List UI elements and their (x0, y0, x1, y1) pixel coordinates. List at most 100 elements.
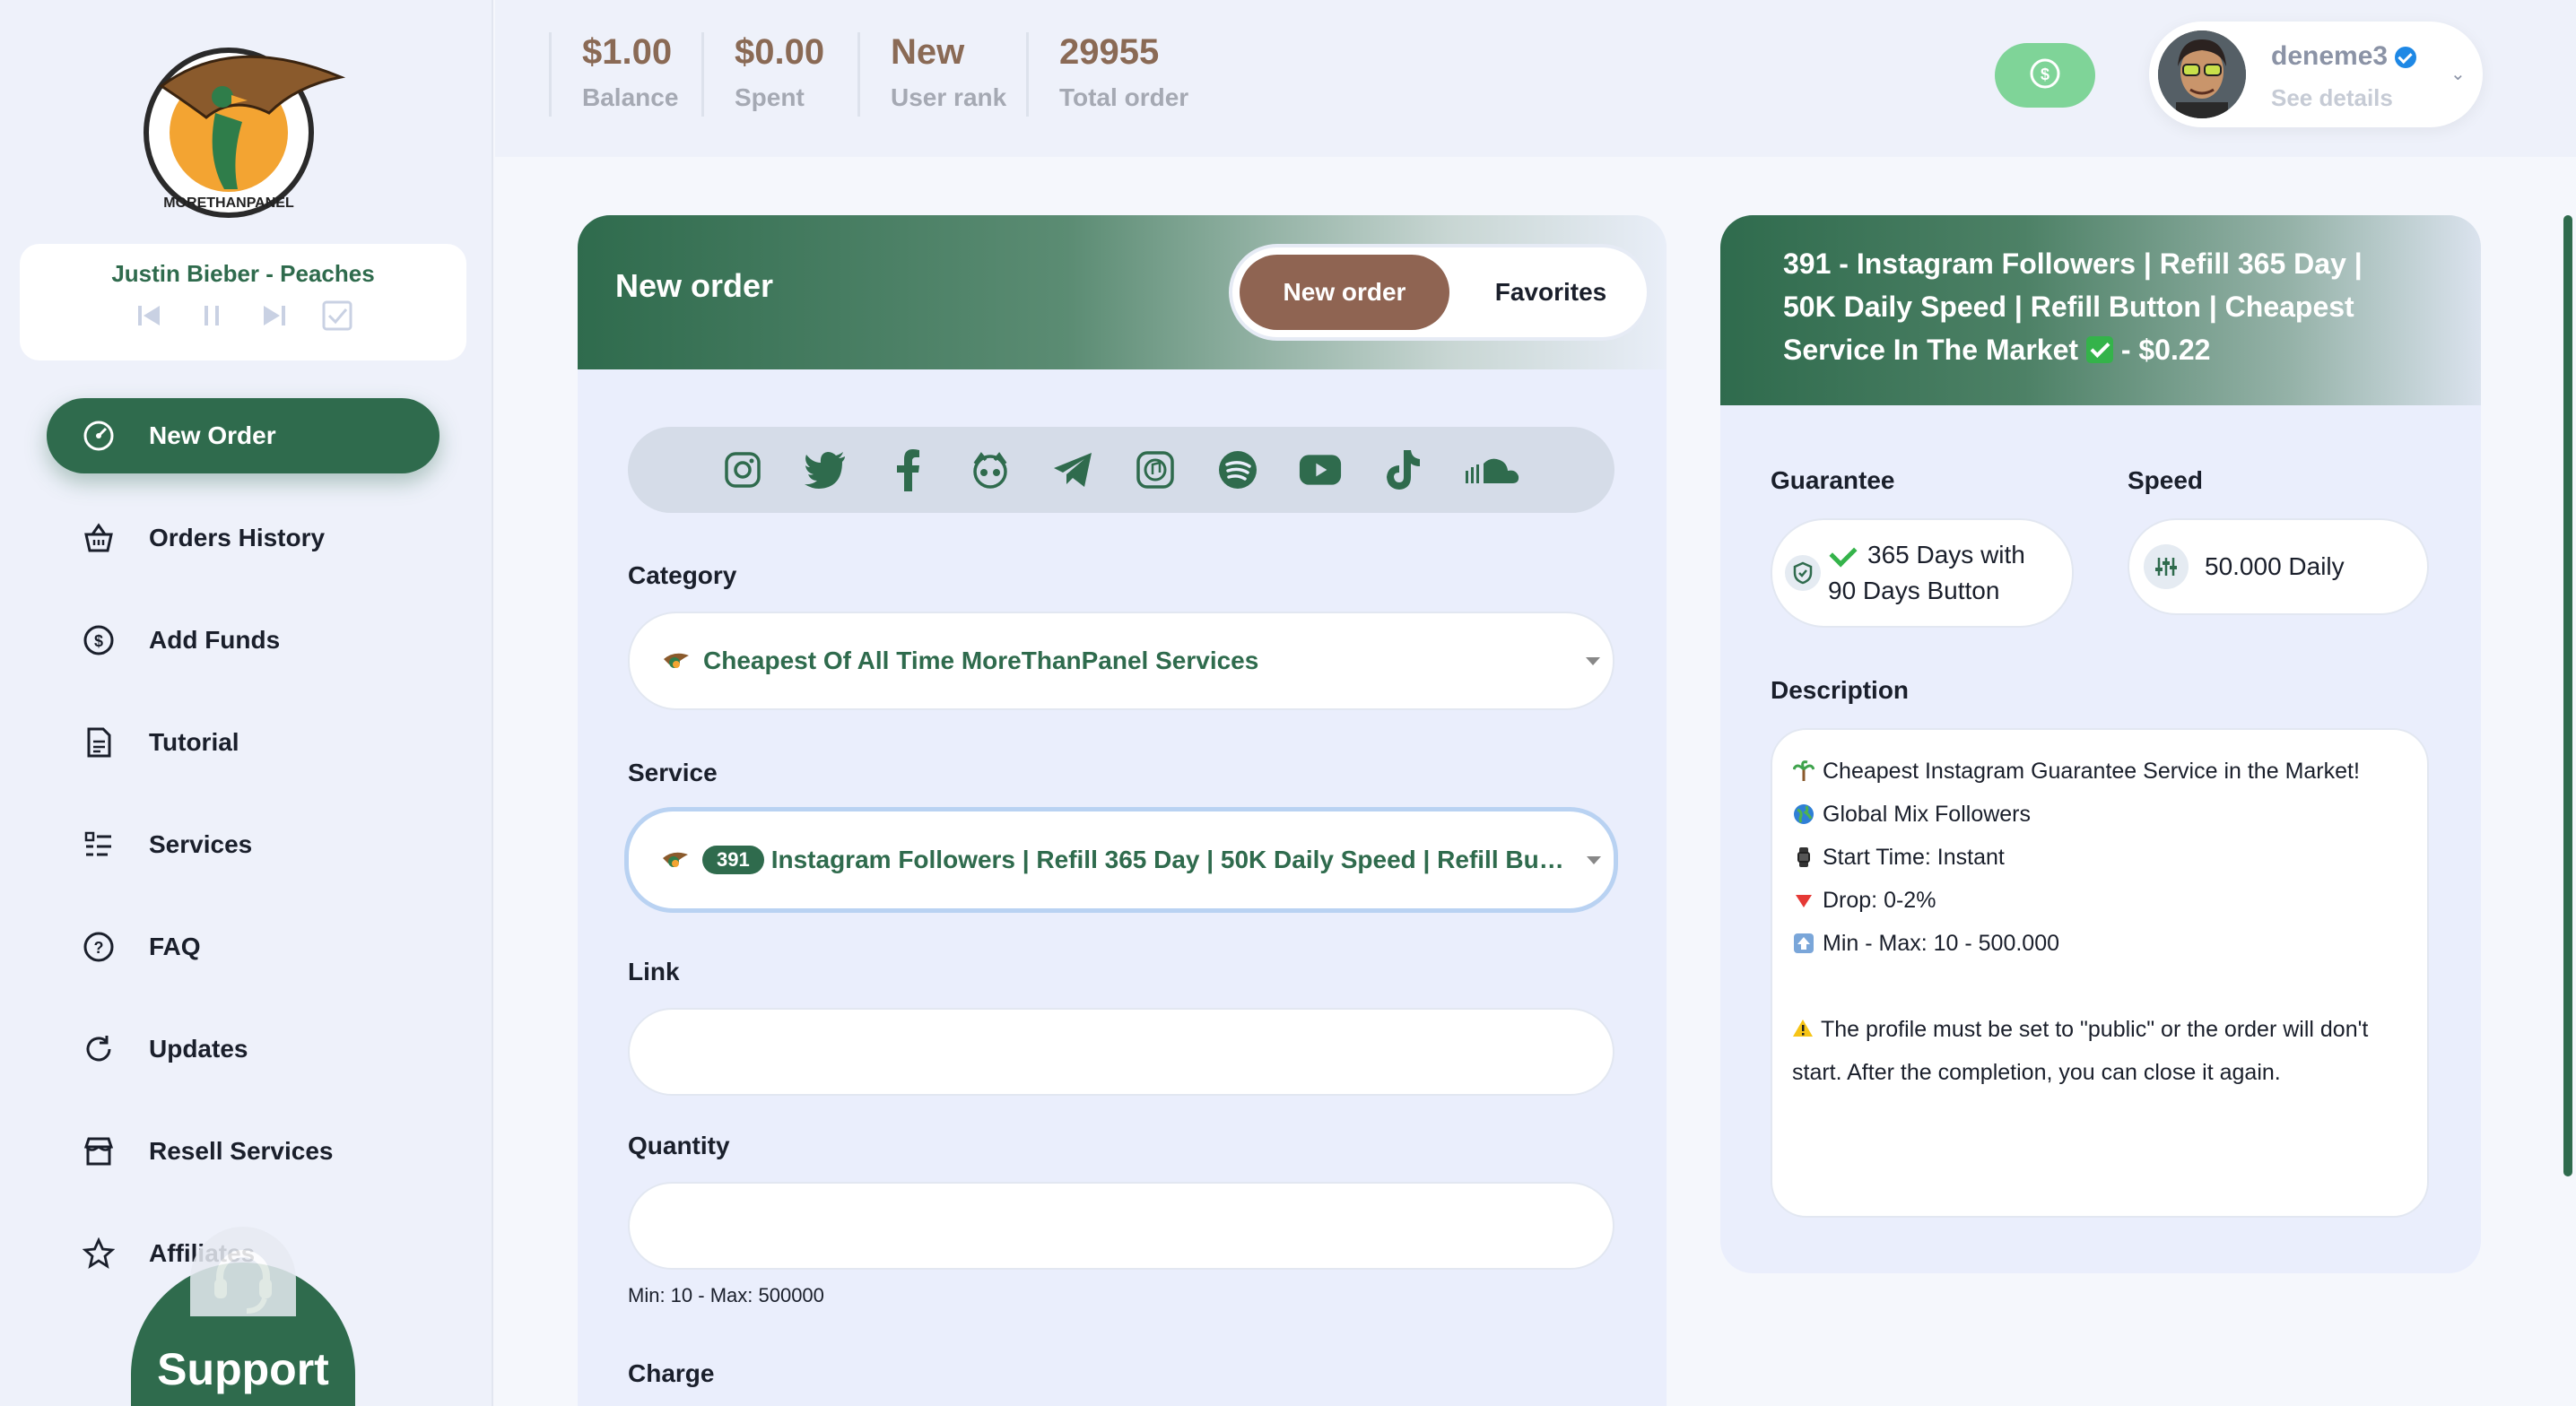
category-value: Cheapest Of All Time MoreThanPanel Servi… (703, 647, 1259, 674)
sidebar-item-updates[interactable]: Updates (47, 1011, 439, 1087)
question-icon: ? (81, 929, 117, 965)
description-warning: The profile must be set to "public" or t… (1792, 1017, 2369, 1085)
funds-icon: $ (81, 622, 117, 658)
speed-value: 50.000 Daily (2205, 552, 2345, 580)
quantity-label: Quantity (628, 1132, 730, 1159)
check-icon (1829, 539, 1858, 568)
sidebar: MORETHANPANEL Justin Bieber - Peaches Ne… (0, 0, 493, 1406)
service-price: - $0.22 (2112, 334, 2211, 366)
spotify-icon[interactable] (1216, 448, 1259, 491)
youtube-icon[interactable] (1299, 448, 1342, 491)
twitter-icon[interactable] (804, 448, 847, 491)
service-value: Instagram Followers | Refill 365 Day | 5… (770, 846, 1569, 873)
stat-value: $0.00 (735, 32, 825, 72)
checkbox-icon[interactable] (319, 298, 355, 334)
guarantee-label: Guarantee (1771, 466, 1895, 494)
link-input-wrapper (628, 1008, 1614, 1096)
platform-filter-bar (628, 427, 1614, 513)
quantity-input[interactable] (630, 1184, 1613, 1268)
brand-logo[interactable]: MORETHANPANEL (126, 32, 359, 221)
list-icon (81, 827, 117, 863)
facebook-icon[interactable] (886, 448, 929, 491)
service-detail-header: 391 - Instagram Followers | Refill 365 D… (1720, 215, 2481, 405)
sidebar-item-label: Tutorial (149, 728, 239, 756)
red-triangle-down-icon (1792, 889, 1815, 912)
tiktok-icon[interactable] (1381, 448, 1424, 491)
description-box: Cheapest Instagram Guarantee Service in … (1771, 728, 2429, 1218)
stat-spent: $0.00 Spent (701, 32, 824, 117)
player-track-title: Justin Bieber - Peaches (111, 260, 375, 287)
user-menu[interactable]: deneme3 See details ⌄ (2149, 22, 2483, 127)
stat-value: New (891, 32, 965, 72)
service-select[interactable]: 391 Instagram Followers | Refill 365 Day… (624, 807, 1618, 913)
tab-favorites[interactable]: Favorites (1457, 255, 1645, 330)
sidebar-item-orders-history[interactable]: Orders History (47, 500, 439, 576)
speed-label: Speed (2128, 466, 2204, 494)
warning-icon (1792, 1018, 1815, 1041)
soundcloud-icon[interactable] (1464, 448, 1521, 491)
sidebar-item-label: New Order (149, 421, 276, 449)
charge-label: Charge (628, 1359, 715, 1387)
dollar-coin-icon: $ (2027, 56, 2063, 96)
sidebar-item-resell-services[interactable]: Resell Services (47, 1114, 439, 1189)
document-icon (81, 725, 117, 760)
sidebar-item-label: FAQ (149, 933, 201, 960)
dropdown-caret-icon (1586, 657, 1600, 665)
tab-new-order[interactable]: New order (1240, 255, 1449, 330)
description-line: Global Mix Followers (1792, 793, 2407, 836)
sliders-icon (2144, 544, 2189, 589)
link-label: Link (628, 958, 680, 985)
sidebar-item-label: Resell Services (149, 1137, 334, 1165)
telegram-icon[interactable] (1051, 448, 1094, 491)
add-funds-button[interactable]: $ (1995, 43, 2095, 108)
globe-icon (1792, 803, 1815, 826)
sidebar-item-tutorial[interactable]: Tutorial (47, 705, 439, 780)
music-icon[interactable] (1134, 448, 1177, 491)
refresh-icon (81, 1031, 117, 1067)
service-label: Service (628, 759, 718, 786)
guarantee-pill: 365 Days with 90 Days Button (1771, 518, 2074, 628)
up-arrow-box-icon (1792, 932, 1815, 955)
sidebar-item-add-funds[interactable]: $ Add Funds (47, 603, 439, 678)
avatar (2158, 30, 2246, 118)
order-tabs: New order Favorites (1229, 244, 1650, 341)
basket-icon (81, 520, 117, 556)
svg-text:$: $ (94, 632, 103, 650)
sidebar-item-services[interactable]: Services (47, 807, 439, 882)
previous-track-icon[interactable] (131, 298, 167, 334)
pause-icon[interactable] (194, 298, 230, 334)
next-track-icon[interactable] (257, 298, 292, 334)
dropdown-caret-icon (1587, 856, 1601, 864)
stat-label: Balance (582, 83, 679, 111)
new-order-panel: New order New order Favorites Category C… (578, 215, 1667, 1406)
speedometer-icon (81, 418, 117, 454)
sidebar-item-label: Updates (149, 1035, 248, 1063)
description-line: Start Time: Instant (1792, 836, 2407, 879)
star-icon (81, 1236, 117, 1271)
order-panel-title: New order (615, 267, 774, 304)
speed-pill: 50.000 Daily (2128, 518, 2429, 615)
sidebar-item-faq[interactable]: ? FAQ (47, 909, 439, 985)
page-scrollbar[interactable] (2563, 215, 2572, 1176)
instagram-icon[interactable] (721, 448, 764, 491)
stat-label: User rank (891, 83, 1007, 111)
svg-text:MORETHANPANEL: MORETHANPANEL (163, 195, 294, 211)
description-line: Cheapest Instagram Guarantee Service in … (1792, 750, 2407, 793)
category-select[interactable]: Cheapest Of All Time MoreThanPanel Servi… (628, 612, 1614, 710)
link-input[interactable] (630, 1010, 1613, 1094)
see-details-link[interactable]: See details (2271, 84, 2393, 112)
service-detail-title: 391 - Instagram Followers | Refill 365 D… (1783, 247, 2363, 366)
store-icon (81, 1133, 117, 1169)
watch-icon (1792, 846, 1815, 869)
quantity-input-wrapper (628, 1182, 1614, 1270)
stat-balance: $1.00 Balance (549, 32, 678, 117)
sidebar-item-label: Orders History (149, 524, 326, 551)
music-player: Justin Bieber - Peaches (20, 244, 466, 360)
napster-icon[interactable] (969, 448, 1012, 491)
bird-logo-icon (661, 849, 690, 871)
chevron-down-icon[interactable]: ⌄ (2450, 63, 2466, 85)
stat-value: $1.00 (582, 32, 673, 72)
category-label: Category (628, 561, 737, 589)
bird-logo-icon (662, 650, 691, 672)
sidebar-item-new-order[interactable]: New Order (47, 398, 439, 473)
